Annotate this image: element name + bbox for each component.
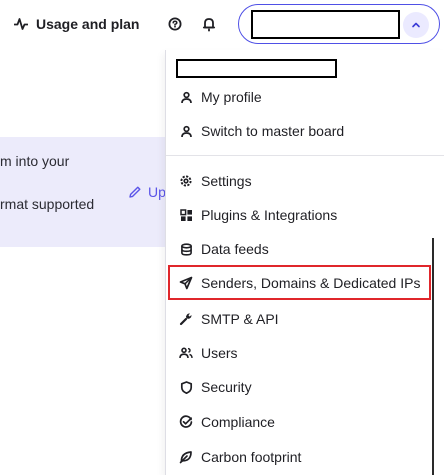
menu-item-label: Users [201, 345, 238, 361]
usage-and-plan-button[interactable]: Usage and plan [14, 12, 139, 36]
leaf-icon [179, 450, 193, 464]
menu-item-label: Carbon footprint [201, 449, 302, 465]
shield-icon [179, 380, 193, 394]
menu-item-smtp-api[interactable]: SMTP & API [166, 302, 444, 336]
menu-item-label: Security [201, 379, 252, 395]
usage-and-plan-label: Usage and plan [36, 16, 140, 32]
page: Usage and plan m into your rmat supporte… [0, 0, 444, 475]
banner-text-line-1: m into your [0, 153, 70, 169]
edge-divider [432, 238, 434, 475]
pencil-icon [129, 186, 141, 198]
menu-divider [166, 155, 444, 156]
top-bar: Usage and plan [0, 0, 444, 50]
collapse-menu-button[interactable] [403, 12, 429, 38]
dropdown-account-name-redacted [176, 59, 337, 78]
account-dropdown-menu: My profile Switch to master board Settin… [165, 50, 444, 475]
menu-item-label: My profile [201, 89, 262, 105]
banner-text-line-2: rmat supported [0, 196, 95, 212]
activity-icon [14, 17, 28, 31]
database-icon [179, 242, 193, 256]
menu-item-label: SMTP & API [201, 311, 279, 327]
menu-item-label: Plugins & Integrations [201, 207, 338, 223]
menu-item-users[interactable]: Users [166, 336, 444, 370]
menu-item-data-feeds[interactable]: Data feeds [166, 232, 444, 266]
menu-item-switch-to-master-board[interactable]: Switch to master board [166, 114, 444, 148]
account-name-redacted [251, 10, 400, 39]
menu-item-label: Data feeds [201, 241, 269, 257]
send-icon [179, 276, 193, 290]
menu-item-settings[interactable]: Settings [166, 164, 444, 198]
menu-item-label: Settings [201, 173, 252, 189]
notifications-button[interactable] [198, 13, 220, 35]
menu-item-compliance[interactable]: Compliance [166, 405, 444, 439]
help-icon [168, 17, 182, 31]
menu-item-plugins-integrations[interactable]: Plugins & Integrations [166, 198, 444, 232]
user-icon [179, 90, 193, 104]
menu-item-carbon-footprint[interactable]: Carbon footprint [166, 440, 444, 474]
users-icon [179, 346, 193, 360]
check-circle-icon [179, 415, 193, 429]
upload-label: Up [148, 184, 166, 200]
bell-icon [202, 18, 216, 32]
menu-item-label: Switch to master board [201, 123, 345, 139]
user-icon [179, 124, 193, 138]
grid-icon [179, 208, 193, 222]
account-menu-button[interactable] [238, 4, 440, 44]
gear-icon [179, 174, 193, 188]
wrench-icon [179, 312, 193, 326]
chevron-up-icon [412, 22, 420, 28]
menu-item-security[interactable]: Security [166, 370, 444, 404]
menu-item-label: Senders, Domains & Dedicated IPs [201, 275, 421, 291]
help-button[interactable] [164, 13, 186, 35]
menu-item-my-profile[interactable]: My profile [166, 80, 444, 114]
menu-item-label: Compliance [201, 414, 275, 430]
upload-link[interactable]: Up [128, 184, 166, 200]
menu-item-senders-domains-dedicated-ips[interactable]: Senders, Domains & Dedicated IPs [166, 266, 444, 300]
